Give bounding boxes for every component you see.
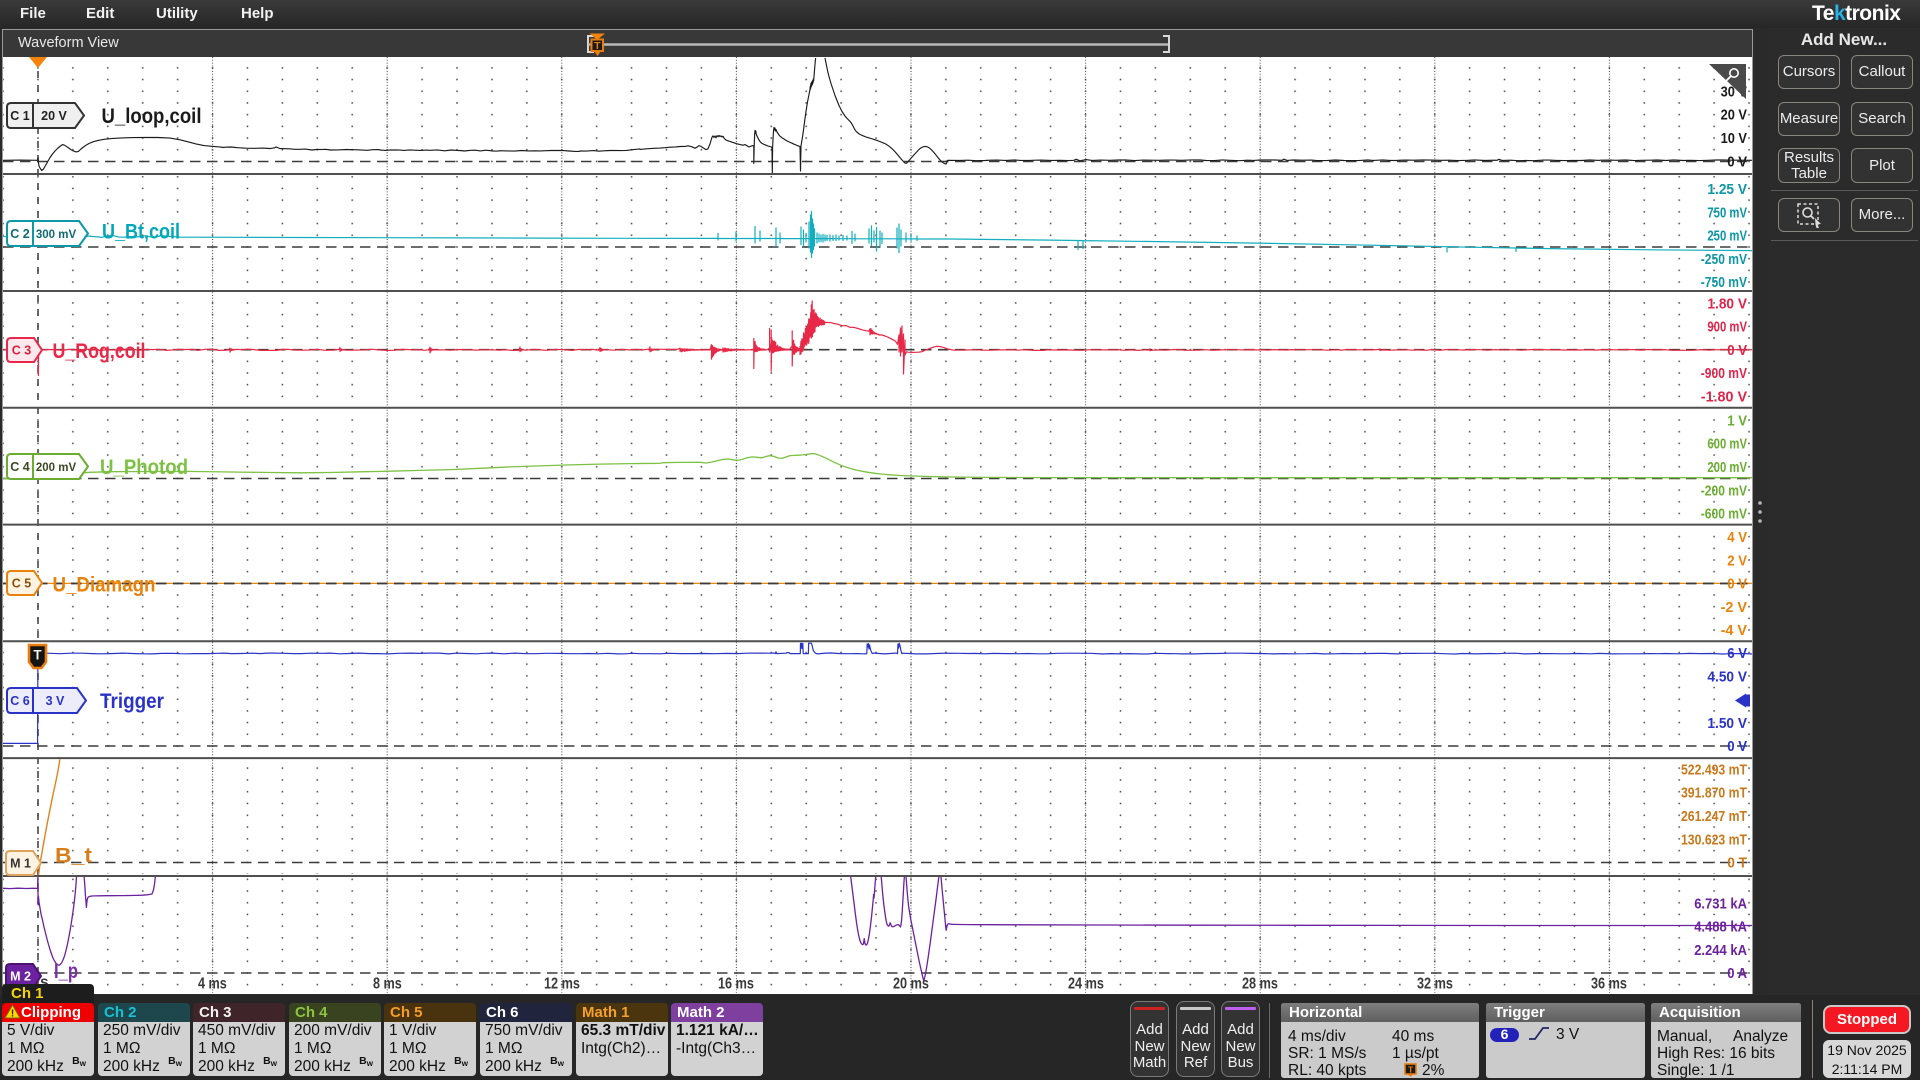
svg-text:B_t: B_t	[55, 844, 92, 868]
svg-text:2 V: 2 V	[1727, 553, 1747, 569]
svg-text:C 6: C 6	[10, 694, 30, 708]
svg-text:!: !	[11, 1009, 14, 1020]
svg-text:10 V: 10 V	[1721, 131, 1748, 147]
svg-text:300 mV: 300 mV	[36, 229, 77, 241]
svg-text:U_Bt,coil: U_Bt,coil	[102, 220, 180, 244]
svg-text:1 V: 1 V	[1727, 413, 1747, 429]
svg-text:600 mV: 600 mV	[1707, 437, 1747, 453]
svg-text:16 ms: 16 ms	[718, 976, 754, 993]
svg-text:4 V: 4 V	[1727, 530, 1747, 546]
svg-text:24 ms: 24 ms	[1068, 976, 1104, 993]
svg-text:4.50 V: 4.50 V	[1707, 669, 1747, 685]
svg-text:250 mV: 250 mV	[1707, 229, 1747, 245]
svg-text:-900 mV: -900 mV	[1701, 366, 1747, 382]
svg-text:C 2: C 2	[10, 227, 30, 241]
svg-text:-4 V: -4 V	[1721, 623, 1748, 639]
svg-text:1.50 V: 1.50 V	[1707, 716, 1747, 732]
svg-text:12 ms: 12 ms	[544, 976, 580, 993]
svg-text:-1.80 V: -1.80 V	[1701, 390, 1748, 406]
svg-text:U_Diamagn: U_Diamagn	[53, 573, 156, 597]
svg-text:2.244 kA: 2.244 kA	[1694, 943, 1747, 959]
svg-text:-250 mV: -250 mV	[1701, 252, 1747, 268]
svg-text:Trigger: Trigger	[100, 689, 165, 713]
svg-text:522.493 mT: 522.493 mT	[1681, 762, 1747, 778]
svg-text:0 V: 0 V	[1727, 343, 1747, 359]
svg-text:M 2: M 2	[10, 970, 31, 984]
svg-text:900 mV: 900 mV	[1707, 320, 1747, 336]
svg-text:750 mV: 750 mV	[1707, 205, 1747, 221]
svg-text:C 5: C 5	[12, 577, 32, 591]
svg-text:M 1: M 1	[10, 857, 31, 871]
svg-text:C 4: C 4	[10, 460, 30, 474]
svg-text:0 V: 0 V	[1727, 155, 1747, 171]
svg-text:-200 mV: -200 mV	[1701, 483, 1747, 499]
svg-text:0 V: 0 V	[1727, 577, 1747, 593]
svg-text:U_Photod: U_Photod	[100, 455, 188, 479]
svg-text:U_loop,coil: U_loop,coil	[102, 104, 202, 128]
svg-text:T: T	[594, 40, 601, 52]
svg-text:-750 mV: -750 mV	[1701, 275, 1747, 291]
svg-text:28 ms: 28 ms	[1242, 976, 1278, 993]
svg-text:0 T: 0 T	[1727, 856, 1747, 872]
svg-text:-600 mV: -600 mV	[1701, 507, 1747, 523]
svg-text:I_p: I_p	[54, 959, 78, 983]
svg-text:-2 V: -2 V	[1721, 600, 1748, 616]
svg-text:6.731 kA: 6.731 kA	[1694, 896, 1747, 912]
svg-text:6 V: 6 V	[1727, 646, 1747, 662]
svg-text:C 1: C 1	[10, 109, 30, 123]
svg-text:0 V: 0 V	[1727, 739, 1747, 755]
svg-text:8 ms: 8 ms	[373, 976, 402, 993]
svg-text:20 ms: 20 ms	[893, 976, 929, 993]
svg-text:20 V: 20 V	[41, 109, 67, 123]
svg-text:32 ms: 32 ms	[1417, 976, 1453, 993]
svg-text:U_Rog,coil: U_Rog,coil	[53, 339, 146, 363]
svg-text:130.623 mT: 130.623 mT	[1681, 832, 1747, 848]
svg-text:3 V: 3 V	[46, 694, 65, 708]
svg-text:T: T	[1408, 1065, 1414, 1075]
svg-text:200 mV: 200 mV	[36, 462, 77, 474]
svg-text:C 3: C 3	[12, 344, 32, 358]
svg-text:1.25 V: 1.25 V	[1707, 182, 1747, 198]
svg-text:200 mV: 200 mV	[1707, 460, 1747, 476]
svg-text:1.80 V: 1.80 V	[1707, 296, 1747, 312]
svg-text:4.488 kA: 4.488 kA	[1694, 920, 1747, 936]
svg-text:0 A: 0 A	[1727, 966, 1747, 982]
svg-text:261.247 mT: 261.247 mT	[1681, 809, 1747, 825]
svg-text:391.870 mT: 391.870 mT	[1681, 786, 1747, 802]
svg-text:4 ms: 4 ms	[198, 976, 227, 993]
svg-text:20 V: 20 V	[1721, 108, 1748, 124]
svg-text:T: T	[33, 648, 42, 663]
svg-text:36 ms: 36 ms	[1591, 976, 1627, 993]
